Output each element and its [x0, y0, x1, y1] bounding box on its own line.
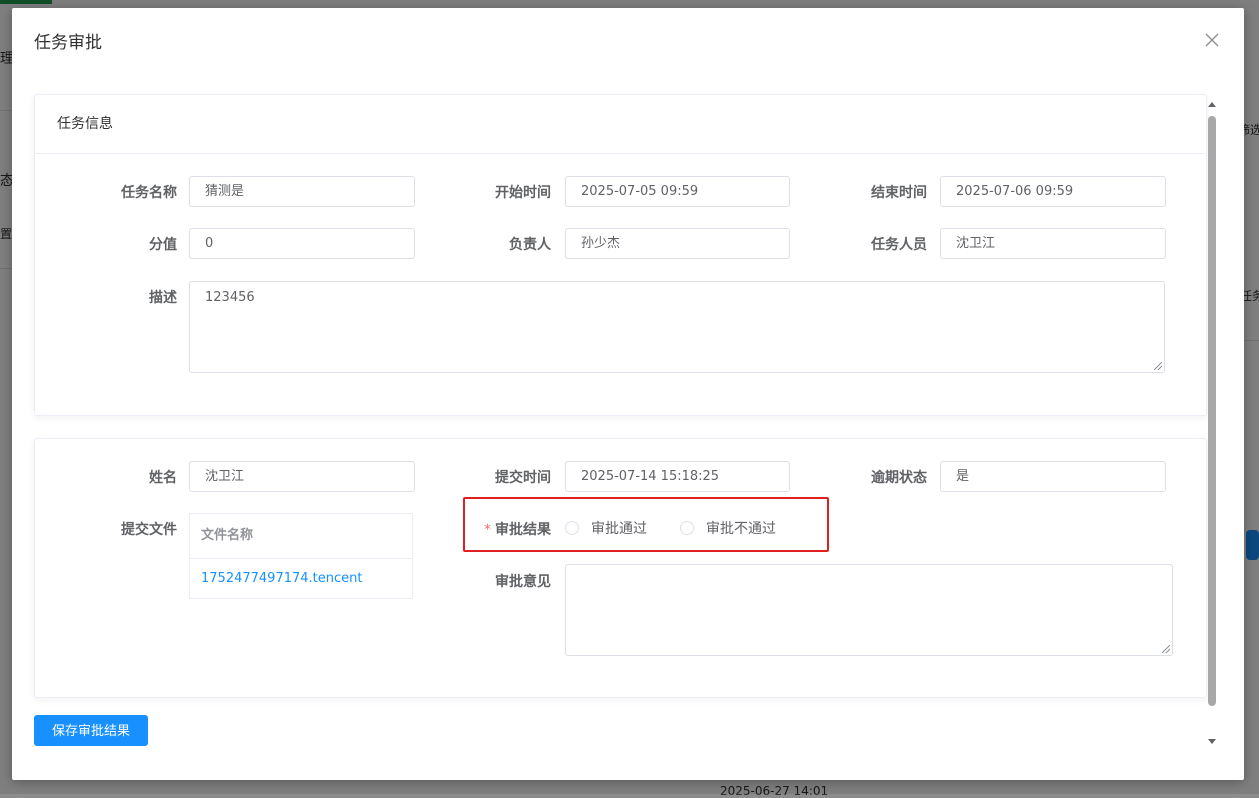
- approval-result-label: * 审批结果: [431, 519, 551, 539]
- submitter-name-field[interactable]: 沈卫江: [189, 461, 415, 492]
- save-approval-button[interactable]: 保存审批结果: [34, 715, 148, 746]
- submitted-files-table: 文件名称 1752477497174.tencent: [189, 513, 413, 599]
- owner-field[interactable]: 孙少杰: [565, 228, 790, 259]
- radio-approve[interactable]: 审批通过: [565, 518, 647, 538]
- scroll-down-icon[interactable]: [1208, 739, 1216, 744]
- task-info-header: 任务信息: [35, 95, 1206, 154]
- overdue-status-field[interactable]: 是: [940, 461, 1166, 492]
- end-time-field[interactable]: 2025-07-06 09:59: [940, 176, 1166, 207]
- score-label: 分值: [149, 237, 177, 253]
- description-label: 描述: [149, 290, 177, 306]
- dialog-scrollbar[interactable]: [1205, 96, 1219, 746]
- task-name-field[interactable]: 猜测是: [189, 176, 415, 207]
- description-text: 123456: [205, 290, 255, 305]
- dialog-title: 任务审批: [34, 33, 102, 53]
- submitted-files-label: 提交文件: [121, 522, 177, 538]
- member-label: 任务人员: [871, 237, 927, 253]
- table-row: 1752477497174.tencent: [190, 559, 412, 599]
- resize-handle-icon[interactable]: [1154, 362, 1162, 370]
- resize-handle-icon[interactable]: [1162, 645, 1170, 653]
- submission-card: 姓名 沈卫江 提交时间 2025-07-14 15:18:25 逾期状态 是 提…: [34, 438, 1207, 698]
- scrollbar-thumb[interactable]: [1208, 116, 1216, 706]
- start-time-label: 开始时间: [495, 185, 551, 201]
- file-name-column-header: 文件名称: [190, 514, 412, 559]
- close-icon-glyph: [1205, 33, 1219, 47]
- member-field[interactable]: 沈卫江: [940, 228, 1166, 259]
- radio-approve-circle[interactable]: [565, 521, 579, 535]
- task-approval-dialog: 任务审批 任务信息 任务名称 猜测是 开始时间 2025-07-05 09:59…: [12, 8, 1244, 780]
- overdue-status-label: 逾期状态: [871, 470, 927, 486]
- close-icon[interactable]: [1202, 30, 1222, 50]
- description-field[interactable]: 123456: [189, 281, 1165, 373]
- radio-reject-circle[interactable]: [680, 521, 694, 535]
- task-name-label: 任务名称: [121, 185, 177, 201]
- start-time-field[interactable]: 2025-07-05 09:59: [565, 176, 790, 207]
- radio-reject-label: 审批不通过: [706, 521, 776, 537]
- approval-result-radio-group: 审批通过 审批不通过: [565, 518, 776, 538]
- end-time-label: 结束时间: [871, 185, 927, 201]
- approval-result-label-text: 审批结果: [495, 522, 551, 538]
- submit-time-field[interactable]: 2025-07-14 15:18:25: [565, 461, 790, 492]
- task-info-card: 任务信息 任务名称 猜测是 开始时间 2025-07-05 09:59 结束时间…: [34, 94, 1207, 416]
- file-link[interactable]: 1752477497174.tencent: [201, 571, 362, 586]
- approval-opinion-field[interactable]: [565, 564, 1173, 656]
- approval-opinion-label: 审批意见: [495, 574, 551, 590]
- required-mark: *: [484, 522, 491, 538]
- score-field[interactable]: 0: [189, 228, 415, 259]
- radio-reject[interactable]: 审批不通过: [680, 518, 776, 538]
- scroll-up-icon[interactable]: [1208, 102, 1216, 107]
- owner-label: 负责人: [509, 237, 551, 253]
- radio-approve-label: 审批通过: [591, 521, 647, 537]
- submitter-name-label: 姓名: [149, 470, 177, 486]
- submit-time-label: 提交时间: [495, 470, 551, 486]
